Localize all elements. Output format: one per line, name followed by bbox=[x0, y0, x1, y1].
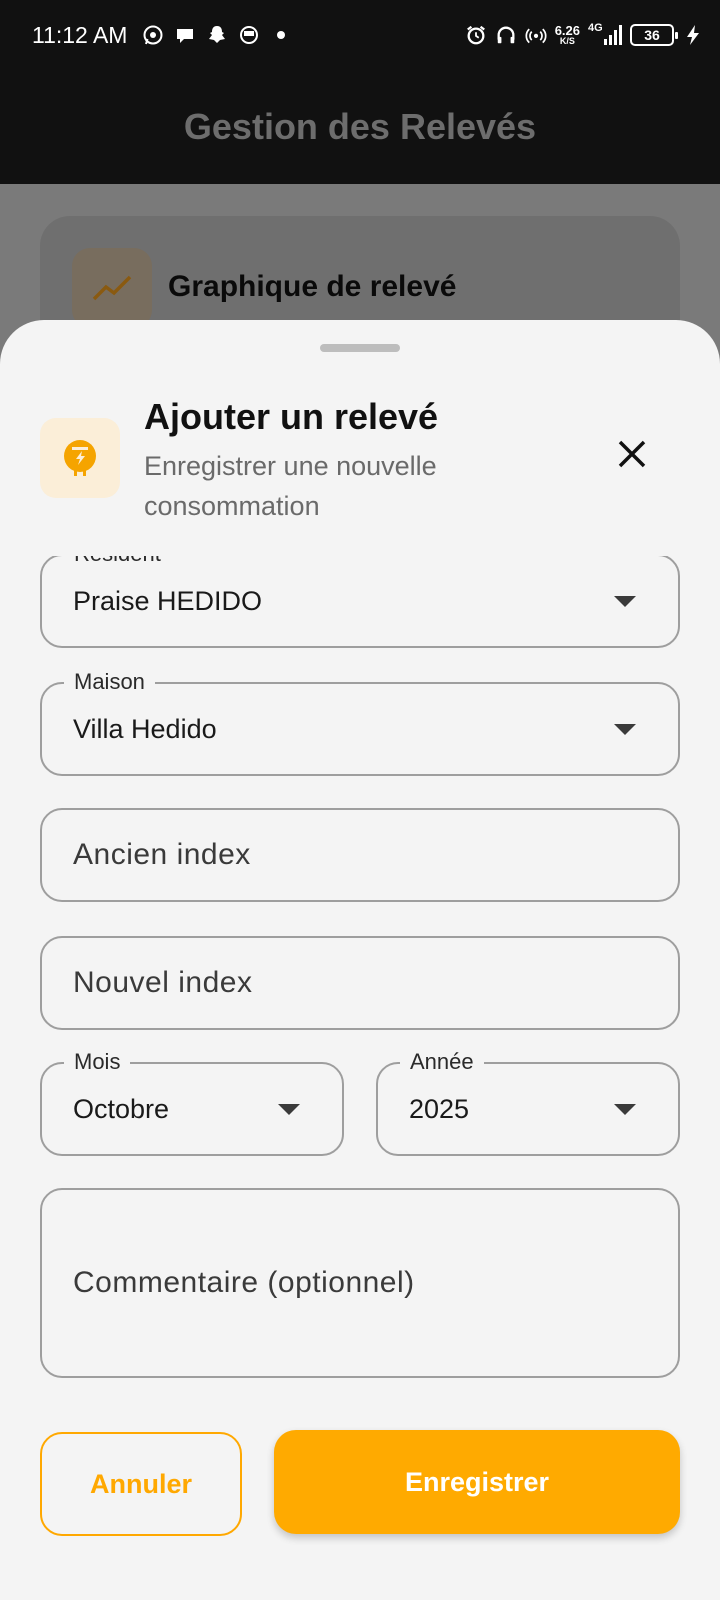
app-notification-icon bbox=[238, 24, 260, 46]
signal-icon: 4G bbox=[588, 22, 622, 46]
mois-dropdown[interactable]: Mois Octobre bbox=[40, 1048, 344, 1156]
chat-bubble-icon bbox=[174, 24, 196, 46]
whatsapp-icon bbox=[142, 24, 164, 46]
battery-icon: 36 bbox=[630, 24, 678, 46]
cancel-button[interactable]: Annuler bbox=[40, 1432, 242, 1536]
sheet-subtitle: Enregistrer une nouvelle consommation bbox=[144, 451, 437, 521]
drag-handle[interactable] bbox=[320, 344, 400, 352]
network-speed: 6.26 K/S bbox=[555, 24, 580, 46]
battery-level: 36 bbox=[644, 27, 660, 43]
snapchat-icon bbox=[206, 24, 228, 46]
nouvel-index-input[interactable]: Nouvel index bbox=[40, 936, 680, 1030]
dropdown-arrow-icon bbox=[614, 724, 636, 735]
trending-up-icon bbox=[72, 248, 152, 328]
app-bar: Gestion des Relevés bbox=[0, 72, 720, 184]
commentaire-placeholder: Commentaire (optionnel) bbox=[73, 1266, 415, 1299]
form-scroll-area[interactable]: Résident Praise HEDIDO Maison Villa Hedi… bbox=[0, 556, 720, 1556]
resident-value: Praise HEDIDO bbox=[73, 585, 263, 616]
annee-value: 2025 bbox=[409, 1093, 470, 1124]
ancien-index-placeholder: Ancien index bbox=[73, 838, 251, 871]
add-reading-sheet: Ajouter un relevé Enregistrer une nouvel… bbox=[0, 320, 720, 1600]
commentaire-textarea[interactable]: Commentaire (optionnel) bbox=[40, 1188, 680, 1378]
dropdown-arrow-icon bbox=[278, 1104, 300, 1115]
status-bar: 11:12 AM 6.26 K/S 4G 36 bbox=[0, 0, 720, 72]
maison-value: Villa Hedido bbox=[73, 713, 217, 744]
close-button[interactable] bbox=[606, 428, 658, 480]
meter-icon bbox=[40, 418, 120, 498]
resident-dropdown[interactable]: Résident Praise HEDIDO bbox=[40, 556, 680, 648]
network-type: 4G bbox=[588, 22, 603, 34]
status-time: 11:12 AM bbox=[32, 22, 128, 48]
sheet-title: Ajouter un relevé bbox=[144, 396, 439, 437]
dropdown-arrow-icon bbox=[614, 1104, 636, 1115]
system-icons: 6.26 K/S 4G 36 bbox=[465, 20, 704, 50]
mois-value: Octobre bbox=[73, 1093, 170, 1124]
page-title: Gestion des Relevés bbox=[183, 106, 537, 147]
ancien-index-input[interactable]: Ancien index bbox=[40, 808, 680, 902]
chart-card-title: Graphique de relevé bbox=[168, 270, 457, 303]
annee-dropdown[interactable]: Année 2025 bbox=[376, 1048, 680, 1156]
save-button[interactable]: Enregistrer bbox=[274, 1430, 680, 1534]
network-speed-unit: K/S bbox=[559, 36, 575, 46]
nouvel-index-placeholder: Nouvel index bbox=[73, 966, 253, 999]
close-icon bbox=[618, 440, 646, 468]
dropdown-arrow-icon bbox=[614, 596, 636, 607]
maison-dropdown[interactable]: Maison Villa Hedido bbox=[40, 668, 680, 776]
headphones-icon bbox=[495, 24, 517, 46]
hotspot-icon bbox=[525, 24, 547, 46]
alarm-icon bbox=[465, 24, 487, 46]
notification-icons bbox=[142, 22, 292, 48]
more-notifications-dot-icon bbox=[270, 24, 292, 46]
charging-bolt-icon bbox=[682, 24, 704, 46]
